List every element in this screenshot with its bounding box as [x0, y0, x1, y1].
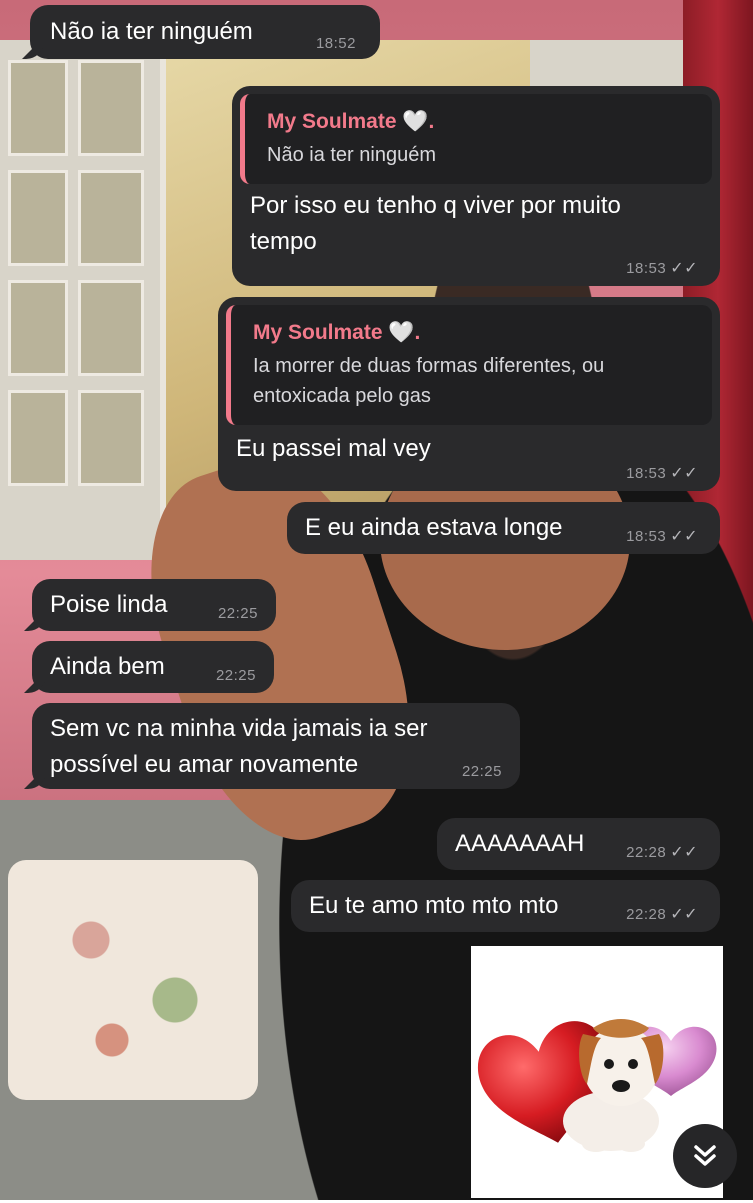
message-time: 22:28 ✓✓ [626, 906, 698, 924]
read-receipt-icon: ✓✓ [670, 465, 698, 482]
message-list[interactable]: Não ia ter ninguém 18:52 My Soulmate 🤍. … [0, 0, 753, 1200]
message-time-text: 18:53 [626, 465, 667, 482]
message-bubble-incoming[interactable]: Não ia ter ninguém 18:52 [30, 5, 380, 59]
message-time-text: 18:53 [626, 528, 667, 545]
message-time: 22:25 [462, 763, 502, 781]
reply-author: My Soulmate 🤍. [267, 110, 435, 133]
message-bubble-incoming[interactable]: Poise linda 22:25 [32, 579, 276, 631]
message-bubble-incoming[interactable]: Sem vc na minha vida jamais ia ser possí… [32, 703, 520, 789]
reply-quote[interactable]: My Soulmate 🤍. Não ia ter ninguém [240, 94, 712, 184]
message-time: 22:25 [216, 667, 256, 685]
message-bubble-incoming[interactable]: Ainda bem 22:25 [32, 641, 274, 693]
read-receipt-icon: ✓✓ [670, 260, 698, 277]
message-time-text: 22:28 [626, 906, 667, 923]
message-time: 22:28 ✓✓ [626, 844, 698, 862]
reply-quote[interactable]: My Soulmate 🤍. Ia morrer de duas formas … [226, 305, 712, 425]
message-bubble-outgoing[interactable]: AAAAAAAH 22:28 ✓✓ [437, 818, 720, 870]
message-time-text: 22:25 [215, 667, 256, 684]
message-text: Eu passei mal vey [236, 435, 431, 462]
message-text: Sem vc na minha vida jamais ia ser possí… [50, 715, 428, 778]
message-text: Não ia ter ninguém [50, 18, 253, 45]
message-time: 22:25 [218, 605, 258, 623]
reply-text: Não ia ter ninguém [267, 144, 436, 166]
message-bubble-outgoing[interactable]: My Soulmate 🤍. Ia morrer de duas formas … [218, 297, 720, 491]
read-receipt-icon: ✓✓ [670, 906, 698, 923]
message-time: 18:53 ✓✓ [626, 465, 698, 483]
message-time-text: 18:53 [626, 260, 667, 277]
message-time-text: 22:25 [461, 763, 502, 780]
message-time-text: 22:25 [217, 605, 258, 622]
read-receipt-icon: ✓✓ [670, 528, 698, 545]
message-time: 18:52 [316, 35, 356, 53]
message-bubble-outgoing[interactable]: Eu te amo mto mto mto 22:28 ✓✓ [291, 880, 720, 932]
message-bubble-outgoing[interactable]: E eu ainda estava longe 18:53 ✓✓ [287, 502, 720, 554]
reply-author: My Soulmate 🤍. [253, 321, 421, 344]
scroll-to-bottom-button[interactable] [673, 1124, 737, 1188]
message-bubble-outgoing[interactable]: My Soulmate 🤍. Não ia ter ninguém Por is… [232, 86, 720, 286]
message-time: 18:53 ✓✓ [626, 528, 698, 546]
message-text: Por isso eu tenho q viver por muito temp… [250, 192, 621, 255]
double-chevron-down-icon [694, 1145, 716, 1166]
message-time-text: 22:28 [626, 844, 667, 861]
read-receipt-icon: ✓✓ [670, 844, 698, 861]
message-time-text: 18:52 [315, 35, 356, 52]
message-time: 18:53 ✓✓ [626, 260, 698, 278]
reply-text: Ia morrer de duas formas diferentes, ou … [253, 355, 605, 407]
